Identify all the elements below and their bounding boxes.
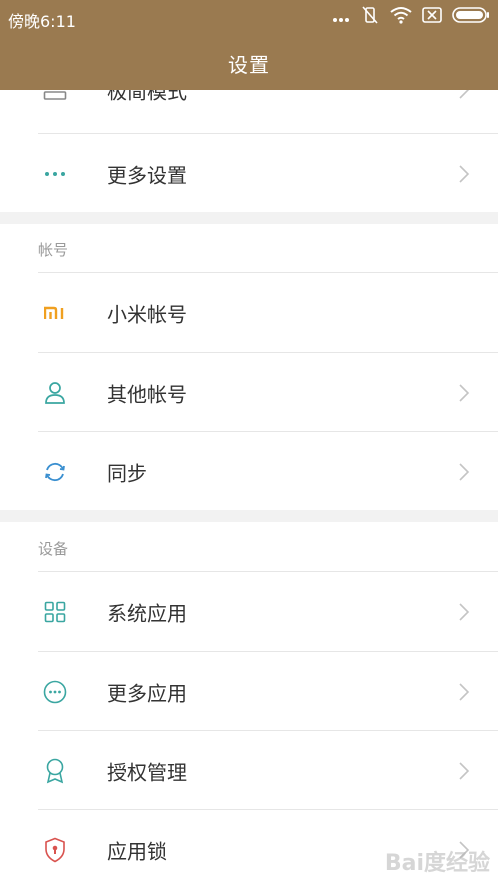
list-item-label: 更多设置 xyxy=(107,163,187,187)
top-group-card: 极简模式 更多设置 xyxy=(0,90,498,212)
watermark: Bai度经验 xyxy=(384,851,490,876)
shield-lock-icon xyxy=(42,837,68,863)
list-item-mi-account[interactable]: 小米帐号 xyxy=(0,273,498,352)
device-section: 设备 系统应用 更多应用 授权管理 应用锁 xyxy=(0,522,498,887)
page-title: 设置 xyxy=(0,36,498,90)
chevron-right-icon xyxy=(459,682,470,701)
layout-list-icon xyxy=(42,90,68,103)
list-item-label: 更多应用 xyxy=(107,681,187,705)
list-item-sync[interactable]: 同步 xyxy=(0,432,498,511)
section-gap xyxy=(0,212,498,224)
chevron-right-icon xyxy=(459,90,469,99)
person-icon xyxy=(42,380,68,406)
mi-logo-icon xyxy=(42,300,68,326)
chevron-right-icon xyxy=(459,462,470,481)
sim-off-icon xyxy=(422,7,442,27)
status-time: 傍晚6:11 xyxy=(8,12,76,31)
chevron-right-icon xyxy=(459,761,470,780)
section-title-account: 帐号 xyxy=(38,241,69,259)
more-notifications-icon xyxy=(332,8,350,27)
list-item-label: 应用锁 xyxy=(107,839,167,863)
list-item-label: 授权管理 xyxy=(107,760,187,784)
apps-grid-icon xyxy=(42,599,68,625)
three-dots-icon xyxy=(42,161,68,187)
list-item-more-apps[interactable]: 更多应用 xyxy=(0,652,498,731)
more-apps-icon xyxy=(42,679,68,705)
status-icons xyxy=(332,6,490,28)
badge-icon xyxy=(42,758,68,784)
chevron-right-icon xyxy=(459,602,470,621)
section-gap xyxy=(0,510,498,522)
list-item-other-accounts[interactable]: 其他帐号 xyxy=(0,353,498,432)
chevron-right-icon xyxy=(459,164,470,183)
list-item-minimal-mode[interactable]: 极简模式 xyxy=(0,90,498,129)
wifi-icon xyxy=(390,6,412,28)
list-item-permission-management[interactable]: 授权管理 xyxy=(0,731,498,810)
chevron-right-icon xyxy=(459,383,470,402)
section-title-device: 设备 xyxy=(38,540,69,558)
list-item-label: 同步 xyxy=(107,461,147,485)
list-item-system-apps[interactable]: 系统应用 xyxy=(0,572,498,651)
list-item-label: 极简模式 xyxy=(107,90,187,103)
list-item-label: 其他帐号 xyxy=(107,382,187,406)
list-item-label: 小米帐号 xyxy=(107,302,187,326)
list-item-label: 系统应用 xyxy=(107,601,187,625)
account-section: 帐号 小米帐号 其他帐号 同步 xyxy=(0,224,498,510)
settings-list: 极简模式 更多设置 帐号 小米帐号 其他帐号 同步 设备 系统应用 更多应用 授… xyxy=(0,90,498,887)
status-bar: 傍晚6:11 xyxy=(0,0,498,36)
vibrate-off-icon xyxy=(360,5,380,29)
battery-icon xyxy=(452,7,490,27)
list-item-more-settings[interactable]: 更多设置 xyxy=(0,134,498,213)
sync-icon xyxy=(42,459,68,485)
